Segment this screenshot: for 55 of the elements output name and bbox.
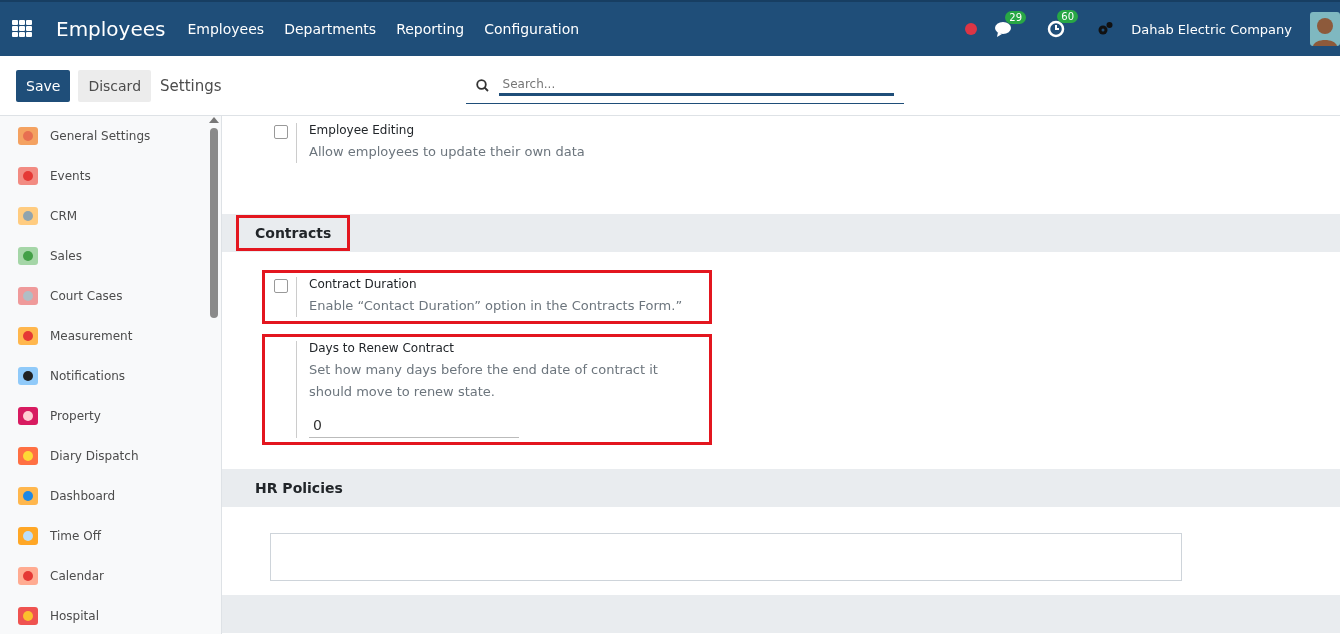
app-icon [16, 364, 40, 388]
activity-count: 60 [1057, 10, 1078, 23]
scrollbar-thumb[interactable] [210, 128, 218, 318]
menu-item[interactable]: Reporting [396, 21, 465, 37]
status-dot-icon [965, 23, 978, 35]
sidebar-item[interactable]: Notifications [0, 356, 207, 396]
breadcrumb: Settings [160, 76, 222, 95]
sidebar-item[interactable]: Calendar [0, 556, 207, 596]
app-icon [16, 604, 40, 628]
menu-icon[interactable] [12, 20, 32, 38]
sidebar-item[interactable]: Hospital [0, 596, 207, 634]
sidebar-item[interactable]: Sales [0, 236, 207, 276]
section-title: Contracts [236, 215, 351, 251]
checkbox[interactable] [273, 125, 288, 139]
avatar[interactable] [1310, 12, 1340, 46]
sidebar-item[interactable]: General Settings [0, 116, 207, 156]
sidebar-item[interactable]: CRM [0, 196, 207, 236]
section-title: HR Policies [254, 479, 344, 498]
app-icon [16, 164, 40, 188]
app-icon [16, 324, 40, 348]
sidebar-item[interactable]: Events [0, 156, 207, 196]
company-name[interactable]: Dahab Electric Company [1131, 21, 1292, 37]
setting-title: Days to Renew Contract [309, 341, 456, 355]
sidebar-item[interactable]: Time Off [0, 516, 207, 556]
app-icon [16, 284, 40, 308]
discard-button[interactable]: Discard [78, 69, 151, 102]
setting-description: Set how many days before the end date of contract it should move to renew state. [309, 361, 659, 401]
scroll-up-icon[interactable] [209, 116, 219, 124]
gears-icon[interactable] [1097, 21, 1114, 37]
message-count: 29 [1005, 11, 1026, 24]
app-icon [16, 124, 40, 148]
menu-item[interactable]: Departments [284, 21, 377, 37]
menu-item[interactable]: Configuration [484, 21, 580, 37]
clock-icon[interactable] [1047, 20, 1066, 38]
menu-item[interactable]: Employees [187, 21, 265, 37]
search-icon [475, 78, 489, 92]
app-icon [16, 204, 40, 228]
app-icon [16, 484, 40, 508]
app-icon [16, 244, 40, 268]
app-icon [16, 404, 40, 428]
save-button[interactable]: Save [16, 69, 71, 102]
app-icon [16, 564, 40, 588]
checkbox[interactable] [273, 279, 288, 293]
setting-title: Employee Editing [309, 123, 416, 137]
app-icon [16, 524, 40, 548]
setting-title: Contract Duration [309, 277, 418, 291]
setting-description: Enable “Contact Duration” option in the Contracts Form.” [309, 297, 683, 315]
sidebar-item[interactable]: Dashboard [0, 476, 207, 516]
setting-description: Allow employees to update their own data [309, 143, 585, 161]
sidebar-item[interactable]: Measurement [0, 316, 207, 356]
sidebar-item[interactable]: Diary Dispatch [0, 436, 207, 476]
app-title: Employees [56, 17, 166, 41]
app-icon [16, 444, 40, 468]
sidebar-item[interactable]: Court Cases [0, 276, 207, 316]
sidebar-item[interactable]: Property [0, 396, 207, 436]
